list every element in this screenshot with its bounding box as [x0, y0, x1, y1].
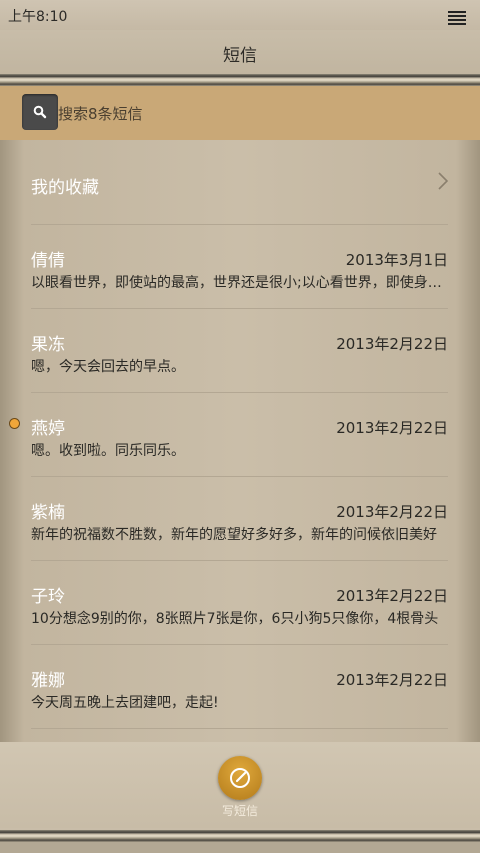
search-button[interactable]: [22, 94, 58, 130]
search-bar[interactable]: 搜索8条短信: [0, 86, 480, 140]
message-date: 2013年2月22日: [336, 587, 448, 605]
top-divider: [0, 74, 480, 86]
message-row[interactable]: 燕婷 2013年2月22日 嗯。收到啦。同乐同乐。: [31, 392, 448, 477]
chevron-right-icon: [438, 172, 448, 190]
search-input[interactable]: 搜索8条短信: [58, 103, 143, 124]
favorites-row[interactable]: 我的收藏: [31, 140, 448, 225]
contact-name: 倩倩: [31, 251, 65, 271]
message-row[interactable]: 紫楠 2013年2月22日 新年的祝福数不胜数，新年的愿望好多好多，新年的问候依…: [31, 476, 448, 561]
message-preview: 10分想念9别的你，8张照片7张是你，6只小狗5只像你，4根骨头: [31, 611, 439, 627]
compose-button[interactable]: [218, 756, 262, 800]
contact-name: 紫楠: [31, 503, 65, 523]
message-date: 2013年2月22日: [336, 335, 448, 353]
message-list: 我的收藏 倩倩 2013年3月1日 以眼看世界，即使站的最高，世界还是很小;以心…: [0, 140, 480, 742]
page-title: 短信: [0, 30, 480, 74]
message-preview: 今天周五晚上去团建吧，走起!: [31, 695, 219, 711]
message-date: 2013年3月1日: [345, 251, 448, 269]
message-row[interactable]: 子玲 2013年2月22日 10分想念9别的你，8张照片7张是你，6只小狗5只像…: [31, 560, 448, 645]
message-date: 2013年2月22日: [336, 671, 448, 689]
contact-name: 燕婷: [31, 419, 65, 439]
bottom-edge: [0, 842, 480, 853]
message-preview: 嗯。收到啦。同乐同乐。: [31, 443, 185, 459]
message-date: 2013年2月22日: [336, 503, 448, 521]
message-row[interactable]: 雅娜 2013年2月22日 今天周五晚上去团建吧，走起!: [31, 644, 448, 729]
status-time: 上午8:10: [8, 9, 68, 25]
contact-name: 子玲: [31, 587, 65, 607]
message-row[interactable]: 倩倩 2013年3月1日 以眼看世界，即使站的最高，世界还是很小;以心看世界，即…: [31, 224, 448, 309]
compose-label: 写短信: [221, 804, 258, 818]
status-bar: 上午8:10: [0, 0, 480, 30]
contact-name: 果冻: [31, 335, 65, 355]
message-preview: 以眼看世界，即使站的最高，世界还是很小;以心看世界，即使身处最低，世界也会很大: [31, 275, 448, 291]
message-row[interactable]: 果冻 2013年2月22日 嗯，今天会回去的早点。: [31, 308, 448, 393]
compose-icon: [230, 768, 250, 788]
contact-name: 雅娜: [31, 671, 65, 691]
message-preview: 新年的祝福数不胜数，新年的愿望好多好多，新年的问候依旧美好: [31, 527, 437, 543]
message-preview: 嗯，今天会回去的早点。: [31, 359, 185, 375]
bottom-bar: 写短信: [0, 742, 480, 828]
bottom-frame: [0, 830, 480, 842]
search-icon: [33, 105, 47, 119]
favorites-label: 我的收藏: [31, 178, 99, 198]
message-date: 2013年2月22日: [336, 419, 448, 437]
menu-icon[interactable]: [448, 11, 466, 25]
unread-indicator: [10, 419, 19, 428]
